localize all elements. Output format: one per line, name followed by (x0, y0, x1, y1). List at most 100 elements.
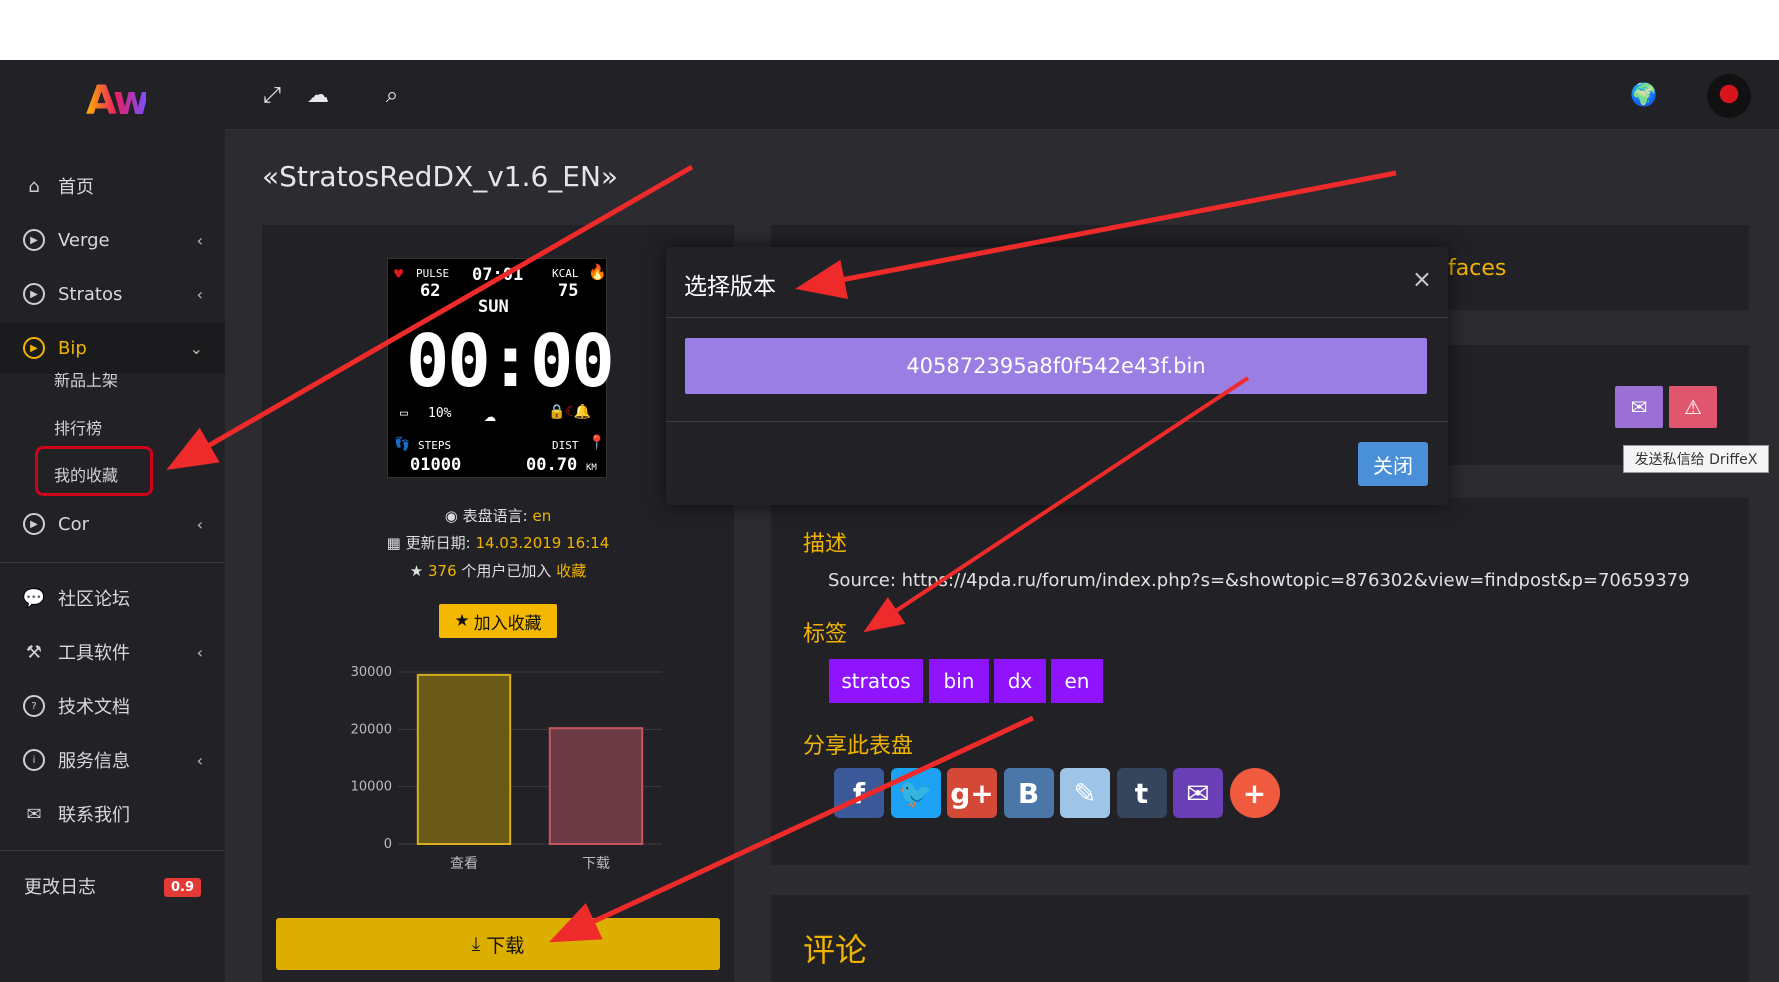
sidebar-item-verge[interactable]: ▶ Verge ‹ (0, 214, 225, 266)
x-tick-label: 下载 (582, 856, 610, 872)
share-title: 分享此表盘 (803, 734, 914, 759)
download-icon: ⤓ (471, 933, 481, 955)
google-plus-icon[interactable]: g+ (947, 768, 997, 818)
chevron-left-icon: ‹ (196, 642, 203, 662)
language-value: en (532, 507, 552, 525)
chevron-left-icon: ‹ (196, 514, 203, 534)
y-tick-label: 20000 (351, 722, 392, 737)
heart-icon: ♥ (394, 265, 404, 283)
modal-close-button[interactable]: 关闭 (1358, 442, 1428, 486)
faces-link[interactable]: faces (1448, 256, 1506, 281)
fav-link[interactable]: 收藏 (556, 562, 586, 580)
dist-unit: KM (586, 463, 597, 473)
date-value: 14.03.2019 16:14 (475, 534, 610, 552)
main-time: 00:00 (406, 319, 615, 403)
tag-bin[interactable]: bin (929, 659, 989, 703)
sidebar-item-stratos[interactable]: ▶ Stratos ‹ (0, 268, 225, 320)
fullscreen-icon[interactable]: ⤢ (259, 82, 285, 108)
mail-icon: ✉ (1630, 395, 1648, 419)
sidebar-item-changelog[interactable]: 更改日志 0.9 (0, 860, 225, 912)
divider (666, 317, 1448, 318)
sidebar-item-docs[interactable]: ? 技术文档 (0, 680, 225, 732)
vk-icon[interactable]: B (1003, 768, 1054, 818)
sidebar-sub-ranking[interactable]: 排行榜 (54, 415, 102, 439)
add-favorite-button[interactable]: ★ 加入收藏 (439, 604, 557, 638)
sidebar-item-label: 服务信息 (58, 751, 130, 772)
description-text: Source: https://4pda.ru/forum/index.php?… (828, 570, 1690, 591)
day-label: SUN (478, 297, 509, 317)
close-icon[interactable]: × (1412, 265, 1432, 293)
search-icon[interactable]: ⌕ (379, 82, 405, 108)
sidebar-item-label: 社区论坛 (58, 589, 130, 610)
chevron-left-icon: ‹ (196, 230, 203, 250)
x-tick-label: 查看 (450, 856, 478, 872)
info-circle-icon: i (22, 748, 46, 772)
report-button[interactable]: ⚠ (1669, 386, 1717, 428)
tag-dx[interactable]: dx (994, 659, 1046, 703)
message-author-button[interactable]: ✉ (1615, 386, 1663, 428)
tumblr-icon[interactable]: t (1116, 768, 1167, 818)
star-icon: ★ (409, 562, 424, 580)
warning-icon: ⚠ (1684, 395, 1702, 419)
globe-icon: ◉ (444, 507, 458, 525)
comments-title: 评论 (803, 931, 868, 969)
question-circle-icon: ? (22, 694, 46, 718)
comments-card (771, 895, 1749, 982)
sidebar-item-contact[interactable]: ✉ 联系我们 (0, 788, 225, 840)
date-row: ▦ 更新日期: 14.03.2019 16:14 (262, 532, 734, 553)
bar-0 (416, 673, 512, 845)
facebook-icon[interactable]: f (834, 768, 884, 818)
play-circle-icon: ▶ (22, 282, 46, 306)
sidebar-item-label: 更改日志 (24, 877, 96, 898)
twitter-icon[interactable]: 🐦 (890, 768, 941, 818)
livejournal-icon[interactable]: ✎ (1060, 768, 1110, 818)
download-button[interactable]: ⤓ 下载 (276, 918, 720, 970)
sidebar-item-service[interactable]: i 服务信息 ‹ (0, 734, 225, 786)
tag-en[interactable]: en (1051, 659, 1103, 703)
modal-title: 选择版本 (684, 274, 776, 300)
select-version-modal: 选择版本 × 405872395a8f0f542e43f.bin 关闭 (666, 247, 1448, 505)
steps-value: 01000 (410, 455, 462, 475)
sidebar-item-label: Cor (58, 513, 89, 535)
chevron-left-icon: ‹ (196, 284, 203, 304)
globe-icon[interactable]: 🌍 (1630, 82, 1657, 108)
sidebar-item-label: 首页 (58, 177, 94, 198)
star-icon: ★ (454, 611, 470, 631)
avatar[interactable] (1707, 74, 1751, 118)
highlight-box (35, 446, 153, 496)
status-icons: 🔒☾🔔 (548, 404, 592, 420)
language-label: 表盘语言: (462, 507, 528, 525)
tags-title: 标签 (803, 622, 848, 647)
tag-stratos[interactable]: stratos (829, 659, 923, 703)
add-favorite-label: 加入收藏 (473, 613, 542, 634)
fire-icon: 🔥 (588, 263, 607, 281)
fav-text: 个用户已加入 (461, 562, 552, 580)
y-tick-label: 30000 (351, 665, 392, 680)
description-title: 描述 (803, 532, 848, 557)
divider (0, 850, 225, 851)
bar-1 (548, 727, 644, 845)
cloud-upload-icon[interactable]: ☁ (305, 82, 331, 108)
email-icon[interactable]: ✉ (1173, 768, 1223, 818)
steps-icon: 👣 (394, 437, 411, 452)
hammer-icon: ⚒ (25, 641, 43, 663)
pulse-label: PULSE (416, 267, 450, 280)
download-label: 下载 (486, 934, 525, 957)
sidebar-item-home[interactable]: ⌂ 首页 (0, 160, 225, 212)
divider (0, 562, 225, 563)
sidebar-item-forum[interactable]: 💬 社区论坛 (0, 572, 225, 624)
sidebar-sub-new[interactable]: 新品上架 (54, 367, 118, 391)
sidebar-item-tools[interactable]: ⚒ 工具软件 ‹ (0, 626, 225, 678)
sidebar-item-cor[interactable]: ▶ Cor ‹ (0, 498, 225, 550)
steps-label: STEPS (418, 439, 452, 452)
sidebar-item-label: 技术文档 (58, 697, 130, 718)
page-title: «StratosRedDX_v1.6_EN» (262, 160, 619, 193)
stats-chart: 0 10000 20000 30000 查看 下载 (351, 665, 662, 872)
logo[interactable]: Aw (86, 78, 150, 124)
language-row: ◉ 表盘语言: en (262, 505, 734, 526)
version-file-button[interactable]: 405872395a8f0f542e43f.bin (685, 338, 1427, 394)
kcal-value: 75 (558, 281, 579, 301)
weather-icon: ☁ (484, 402, 497, 426)
home-icon: ⌂ (28, 175, 40, 197)
more-icon[interactable]: + (1229, 768, 1280, 818)
